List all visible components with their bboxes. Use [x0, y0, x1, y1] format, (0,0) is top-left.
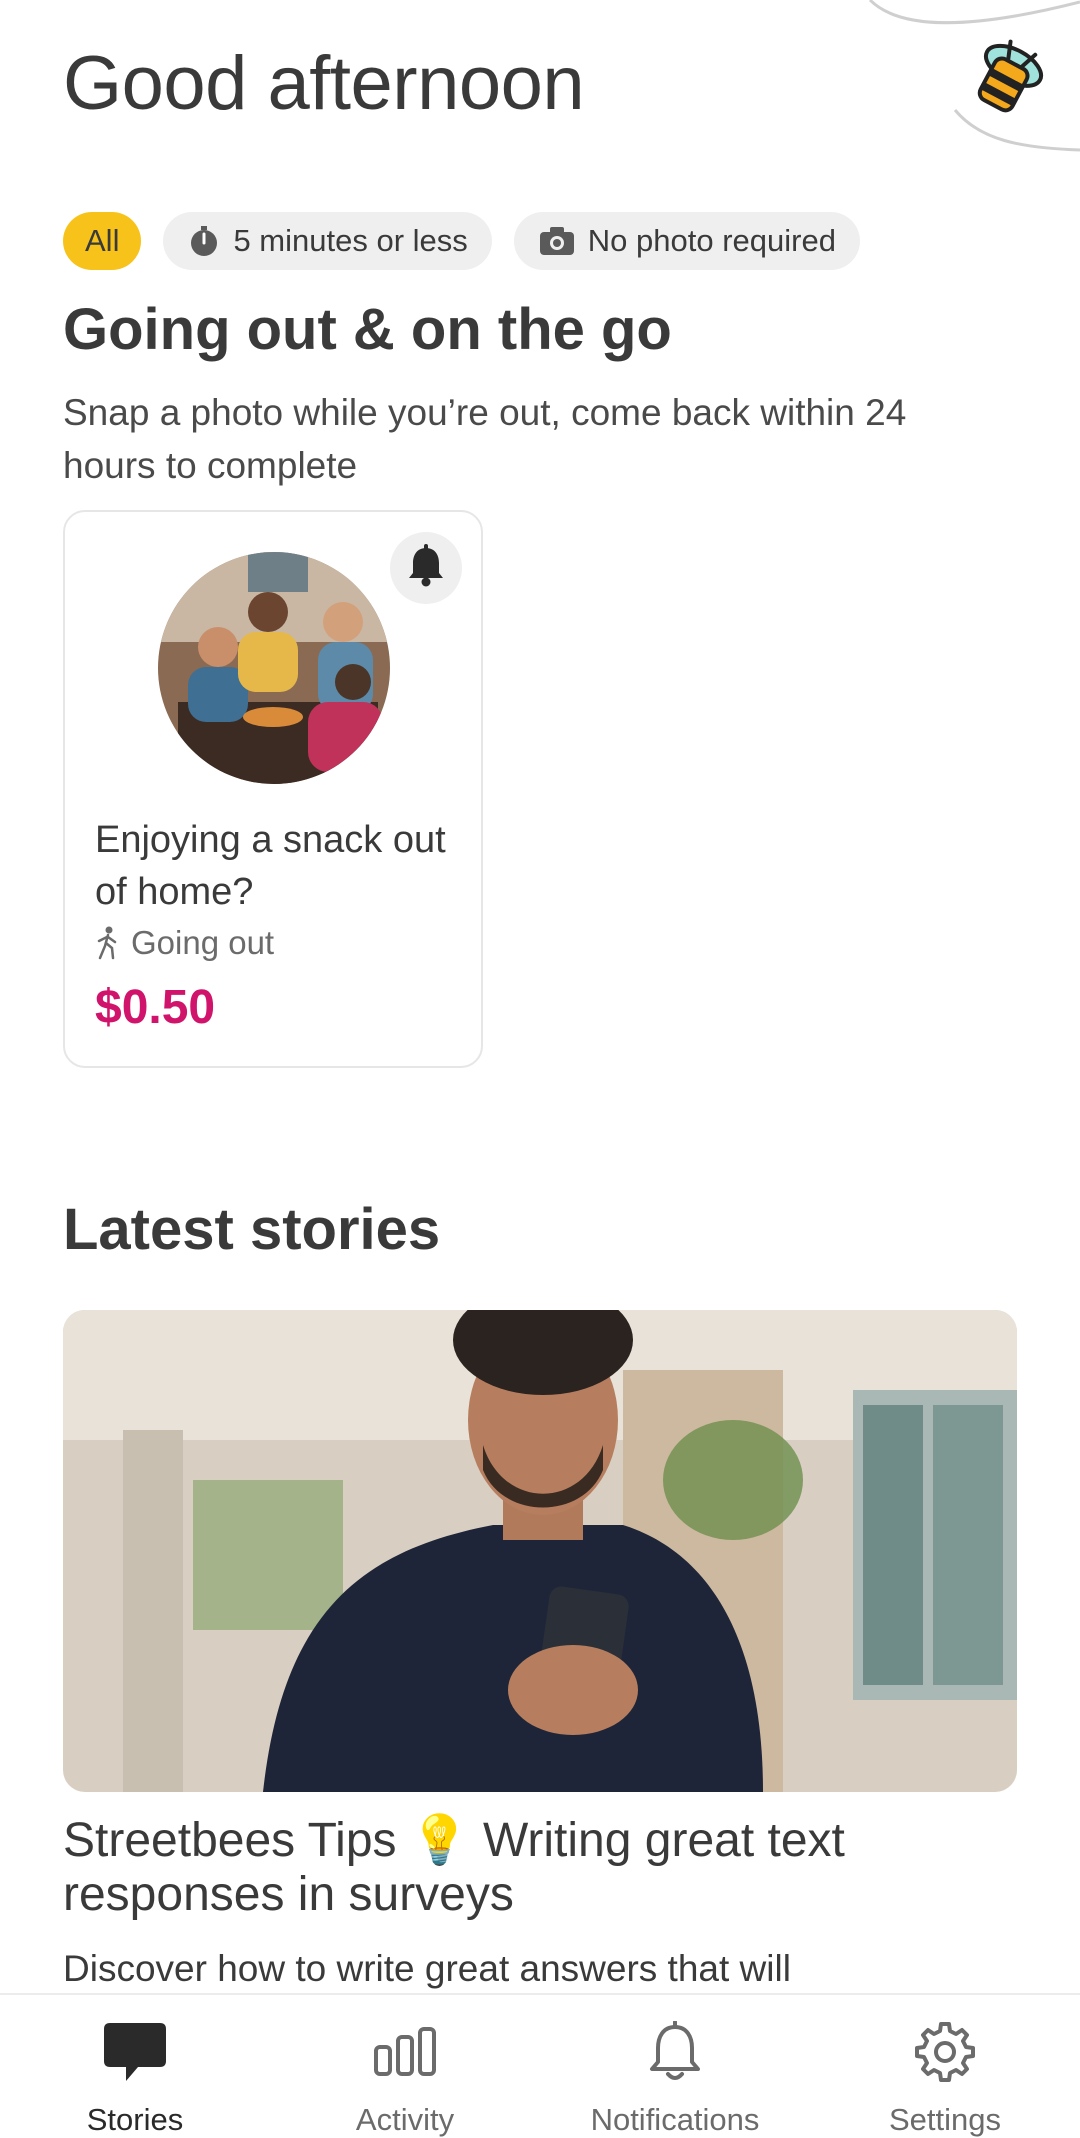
nav-item-activity[interactable]: Activity	[270, 1995, 540, 2138]
walking-icon	[95, 926, 121, 960]
filter-chip-no-photo[interactable]: No photo required	[513, 212, 860, 270]
section-description: Snap a photo while you’re out, come back…	[63, 392, 907, 486]
filter-chip-label: No photo required	[587, 223, 836, 258]
bee-icon	[958, 32, 1054, 128]
gear-icon	[914, 2019, 976, 2084]
section-title: Going out & on the go	[63, 297, 672, 362]
bell-icon	[406, 543, 446, 593]
filter-chip-5-minutes[interactable]: 5 minutes or less	[163, 212, 492, 270]
nav-label: Stories	[86, 2102, 184, 2137]
nav-item-stories[interactable]: Stories	[0, 1995, 270, 2138]
task-title: Enjoying a snack out of home?	[95, 819, 446, 913]
bar-chart-icon	[373, 2019, 437, 2084]
latest-stories-title: Latest stories	[63, 1197, 441, 1262]
story-image[interactable]	[63, 1310, 1017, 1792]
task-price: $0.50	[95, 981, 216, 1034]
story-title[interactable]: Streetbees Tips 💡 Writing great text res…	[63, 1814, 1023, 1922]
filter-chips: All 5 minutes or less No photo required	[63, 212, 860, 270]
task-photo	[158, 552, 390, 784]
nav-item-settings[interactable]: Settings	[810, 1995, 1080, 2138]
timer-icon	[187, 224, 221, 258]
chat-bubble-icon	[102, 2019, 168, 2084]
task-category-label: Going out	[131, 924, 275, 961]
nav-label: Notifications	[590, 2102, 760, 2137]
story-description: Discover how to write great answers that…	[63, 1948, 791, 1989]
camera-icon	[538, 225, 576, 257]
nav-label: Activity	[355, 2102, 455, 2137]
filter-chip-label: All	[85, 223, 120, 258]
filter-chip-label: 5 minutes or less	[233, 223, 468, 258]
bell-icon	[647, 2019, 703, 2084]
nav-item-notifications[interactable]: Notifications	[540, 1995, 810, 2138]
filter-chip-all[interactable]: All	[63, 212, 142, 270]
task-card[interactable]: Enjoying a snack out of home? Going out …	[63, 510, 483, 1068]
greeting-title: Good afternoon	[63, 41, 585, 126]
nav-label: Settings	[888, 2102, 1001, 2137]
notify-bell-button[interactable]	[390, 532, 462, 604]
task-category: Going out	[95, 924, 274, 962]
bottom-nav: Stories Activity Notifications Settings	[0, 1993, 1080, 2138]
